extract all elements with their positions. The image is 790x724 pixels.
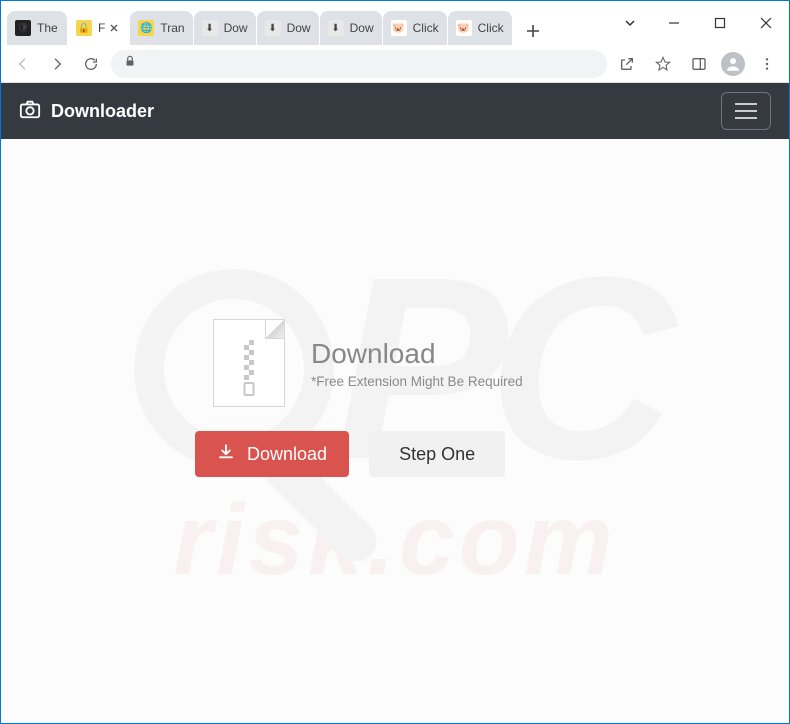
page-header: Downloader xyxy=(1,83,789,139)
tab-favicon: 🔒 xyxy=(76,20,92,36)
page-content: PC risk.com Download *Free Extension Mig… xyxy=(1,139,789,723)
reload-button[interactable] xyxy=(77,50,105,78)
lock-icon xyxy=(123,54,137,73)
browser-tab[interactable]: ⬇ Dow xyxy=(257,11,319,45)
tab-favicon: 🌐 xyxy=(138,20,154,36)
step-one-button[interactable]: Step One xyxy=(369,431,505,477)
tab-title: Dow xyxy=(350,21,374,35)
browser-tab[interactable]: 🌐 Tran xyxy=(130,11,192,45)
close-window-button[interactable] xyxy=(743,8,789,38)
browser-tab[interactable]: 🐷 Click xyxy=(448,11,512,45)
maximize-button[interactable] xyxy=(697,8,743,38)
browser-window: 🛡The🔒F🌐Tran⬇Dow⬇Dow⬇Dow🐷Click🐷Click xyxy=(0,0,790,724)
tab-favicon: ⬇ xyxy=(202,20,218,36)
tab-title: The xyxy=(37,21,59,35)
bookmark-button[interactable] xyxy=(649,50,677,78)
brand[interactable]: Downloader xyxy=(19,98,154,125)
tab-favicon: 🐷 xyxy=(456,20,472,36)
browser-tab[interactable]: ⬇ Dow xyxy=(194,11,256,45)
kebab-menu-button[interactable] xyxy=(753,50,781,78)
tab-title: F xyxy=(98,21,105,35)
brand-label: Downloader xyxy=(51,101,154,122)
side-panel-button[interactable] xyxy=(685,50,713,78)
browser-tab[interactable]: 🐷 Click xyxy=(383,11,447,45)
tab-favicon: 🐷 xyxy=(391,20,407,36)
download-button-label: Download xyxy=(247,444,327,465)
close-tab-button[interactable] xyxy=(107,21,121,35)
back-button[interactable] xyxy=(9,50,37,78)
tab-favicon: 🛡 xyxy=(15,20,31,36)
tab-title: Click xyxy=(413,21,439,35)
profile-avatar[interactable] xyxy=(721,52,745,76)
camera-icon xyxy=(19,98,41,125)
minimize-button[interactable] xyxy=(651,8,697,38)
tab-title: Dow xyxy=(224,21,248,35)
tab-title: Click xyxy=(478,21,504,35)
download-card: Download *Free Extension Might Be Requir… xyxy=(195,319,595,477)
browser-tab[interactable]: 🛡 The xyxy=(7,11,67,45)
download-icon xyxy=(217,443,235,466)
browser-tab[interactable]: 🔒F xyxy=(68,11,129,45)
tab-favicon: ⬇ xyxy=(328,20,344,36)
browser-toolbar xyxy=(1,45,789,83)
download-heading: Download xyxy=(311,338,523,370)
browser-tab[interactable]: ⬇ Dow xyxy=(320,11,382,45)
forward-button[interactable] xyxy=(43,50,71,78)
tab-title: Tran xyxy=(160,21,184,35)
step-one-button-label: Step One xyxy=(399,444,475,465)
zip-file-icon xyxy=(213,319,285,407)
hamburger-menu-button[interactable] xyxy=(721,92,771,130)
tab-search-button[interactable] xyxy=(615,8,645,38)
tab-title: Dow xyxy=(287,21,311,35)
download-subtext: *Free Extension Might Be Required xyxy=(311,374,523,389)
address-bar[interactable] xyxy=(111,50,607,78)
new-tab-button[interactable] xyxy=(519,17,547,45)
download-button[interactable]: Download xyxy=(195,431,349,477)
share-button[interactable] xyxy=(613,50,641,78)
tab-favicon: ⬇ xyxy=(265,20,281,36)
